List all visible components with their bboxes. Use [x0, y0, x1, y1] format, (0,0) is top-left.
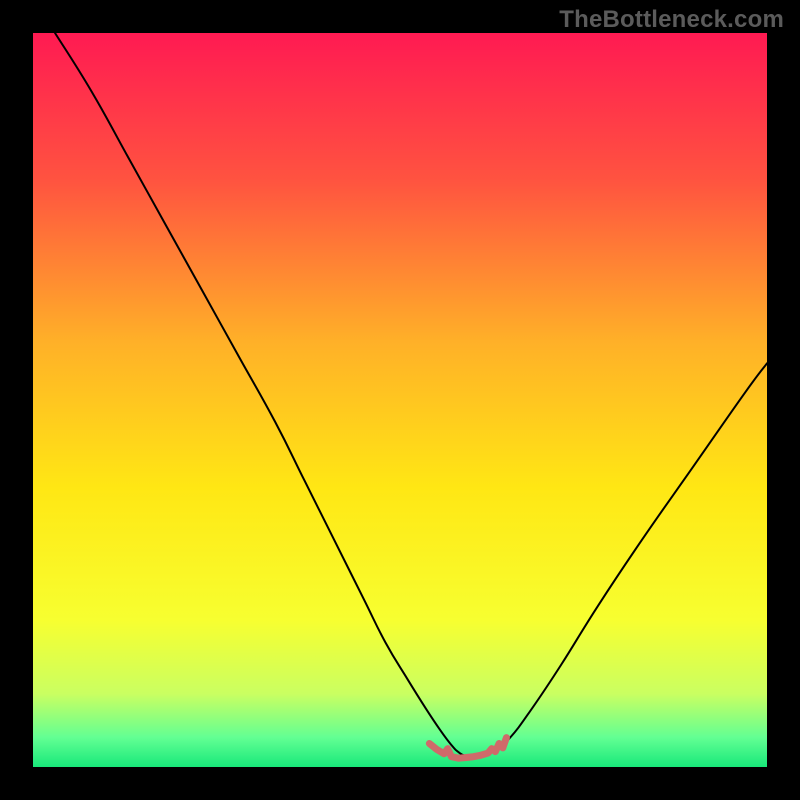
chart-frame: TheBottleneck.com: [0, 0, 800, 800]
gradient-background: [33, 33, 767, 767]
watermark-text: TheBottleneck.com: [559, 6, 784, 34]
bottleneck-chart: [33, 33, 767, 767]
